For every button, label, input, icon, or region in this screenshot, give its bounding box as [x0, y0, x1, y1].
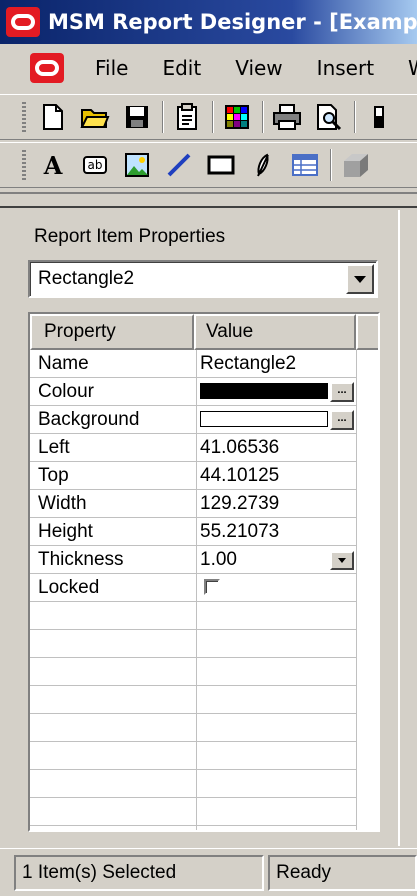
- line-tool-icon[interactable]: [162, 148, 196, 182]
- menu-bar: File Edit View Insert W: [0, 44, 417, 92]
- 3d-box-icon[interactable]: [338, 148, 372, 182]
- property-row[interactable]: Locked: [30, 574, 356, 602]
- chevron-down-icon[interactable]: [346, 264, 374, 294]
- column-header-property[interactable]: Property: [30, 314, 194, 350]
- empty-row: [30, 770, 356, 798]
- color-swatch[interactable]: [200, 411, 328, 427]
- empty-row: [30, 686, 356, 714]
- property-value[interactable]: 44.10125: [200, 465, 279, 487]
- drawing-toolbar: A ab: [0, 142, 417, 188]
- toolbar-separator: [354, 101, 356, 133]
- property-name: Top: [38, 465, 69, 486]
- empty-row: [30, 658, 356, 686]
- property-grid: Property Value Name Rectangle2 Colour... Ba…: [28, 312, 380, 832]
- dock-panel-edge[interactable]: [398, 210, 417, 846]
- property-value[interactable]: 55.21073: [200, 521, 279, 543]
- empty-row: [30, 630, 356, 658]
- rectangle-tool-icon[interactable]: [204, 148, 238, 182]
- property-name: Background: [38, 409, 140, 430]
- standard-toolbar: [0, 94, 417, 140]
- property-row[interactable]: Thickness 1.00: [30, 546, 356, 574]
- oracle-app-icon[interactable]: [6, 7, 40, 37]
- property-name: Left: [38, 437, 70, 458]
- empty-row: [30, 602, 356, 630]
- menu-insert[interactable]: Insert: [300, 56, 391, 80]
- ellipsis-button[interactable]: ...: [330, 382, 354, 402]
- panel-splitter[interactable]: [0, 192, 417, 208]
- property-row[interactable]: Background...: [30, 406, 356, 434]
- color-grid-icon[interactable]: [220, 100, 254, 134]
- print-preview-icon[interactable]: [312, 100, 346, 134]
- property-value[interactable]: 129.2739: [200, 493, 279, 515]
- menu-edit[interactable]: Edit: [145, 56, 218, 80]
- property-name: Locked: [38, 577, 100, 598]
- toolbar-overflow-icon[interactable]: [362, 100, 396, 134]
- toolbar-separator: [330, 149, 332, 181]
- status-selection: 1 Item(s) Selected: [14, 854, 265, 891]
- column-header-filler: [356, 314, 378, 350]
- textbox-tool-icon[interactable]: ab: [78, 148, 112, 182]
- panel-title: Report Item Properties: [34, 226, 226, 247]
- title-bar[interactable]: MSM Report Designer - [Example: [0, 0, 417, 44]
- save-icon[interactable]: [120, 100, 154, 134]
- menu-view[interactable]: View: [218, 56, 299, 80]
- menu-window[interactable]: W: [391, 56, 417, 80]
- property-row[interactable]: Width 129.2739: [30, 490, 356, 518]
- property-value[interactable]: 1.00: [200, 549, 237, 571]
- property-value[interactable]: Rectangle2: [200, 353, 296, 375]
- print-icon[interactable]: [270, 100, 304, 134]
- property-name: Thickness: [38, 549, 124, 570]
- property-row[interactable]: Colour...: [30, 378, 356, 406]
- column-header-value[interactable]: Value: [194, 314, 356, 350]
- textbox-tool-glyph: ab: [82, 156, 108, 174]
- image-tool-icon[interactable]: [120, 148, 154, 182]
- color-swatch[interactable]: [200, 383, 328, 399]
- empty-row: [30, 798, 356, 826]
- toolbar-separator: [162, 101, 164, 133]
- table-tool-icon[interactable]: [288, 148, 322, 182]
- toolbar-separator: [262, 101, 264, 133]
- status-state: Ready: [268, 854, 417, 891]
- chevron-down-icon[interactable]: [330, 551, 354, 570]
- ellipse-tool-icon[interactable]: [246, 148, 280, 182]
- status-bar: 1 Item(s) Selected Ready: [0, 848, 417, 896]
- toolbar-grip[interactable]: [22, 150, 26, 180]
- empty-row: [30, 714, 356, 742]
- property-name: Height: [38, 521, 93, 542]
- window-title: MSM Report Designer - [Example: [48, 10, 417, 34]
- property-name: Colour: [38, 381, 94, 402]
- new-file-icon[interactable]: [36, 100, 70, 134]
- property-row[interactable]: Height 55.21073: [30, 518, 356, 546]
- property-row[interactable]: Top 44.10125: [30, 462, 356, 490]
- item-selector-dropdown[interactable]: Rectangle2: [28, 260, 378, 298]
- document-menu-icon[interactable]: [30, 53, 64, 83]
- toolbar-grip[interactable]: [22, 102, 26, 132]
- menu-file[interactable]: File: [78, 56, 145, 80]
- toolbar-separator: [212, 101, 214, 133]
- text-tool-icon[interactable]: A: [36, 148, 70, 182]
- property-value[interactable]: 41.06536: [200, 437, 279, 459]
- property-row[interactable]: Left 41.06536: [30, 434, 356, 462]
- property-name: Name: [38, 353, 89, 374]
- property-grid-header: Property Value: [30, 314, 378, 350]
- grid-right-border: [356, 350, 357, 830]
- properties-icon[interactable]: [170, 100, 204, 134]
- item-selector-value: Rectangle2: [38, 268, 135, 289]
- text-tool-glyph: A: [43, 150, 63, 180]
- property-name: Width: [38, 493, 87, 514]
- empty-row: [30, 742, 356, 770]
- property-row[interactable]: Name Rectangle2: [30, 350, 356, 378]
- open-folder-icon[interactable]: [78, 100, 112, 134]
- ellipsis-button[interactable]: ...: [330, 410, 354, 430]
- locked-checkbox[interactable]: [204, 579, 220, 595]
